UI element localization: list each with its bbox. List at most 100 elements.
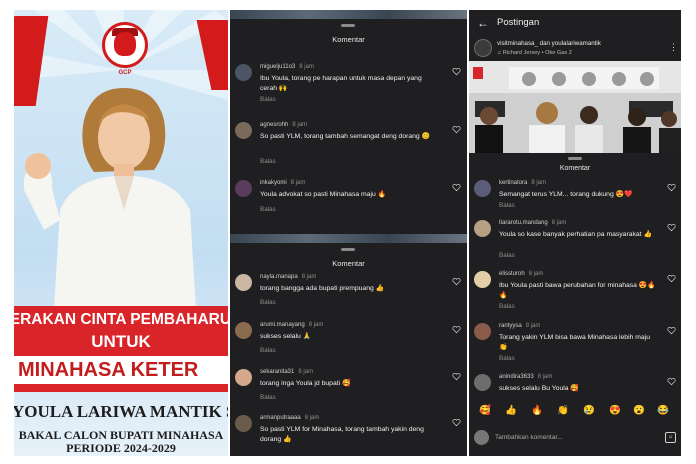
post-view-panel: ← Postingan visitminahasa_ dan youlalari… xyxy=(469,10,681,456)
emoji-fire[interactable]: 🔥 xyxy=(531,405,543,416)
avatar[interactable] xyxy=(474,374,491,391)
username[interactable]: elissturoh xyxy=(499,271,525,277)
avatar[interactable] xyxy=(474,220,491,237)
comment-username[interactable]: nayla.manapa 8 jam xyxy=(260,274,316,280)
username[interactable]: inkakyomi xyxy=(260,180,287,186)
heart-icon[interactable] xyxy=(667,223,676,232)
avatar[interactable] xyxy=(474,323,491,340)
emoji-thumbs-up[interactable]: 👍 xyxy=(505,405,517,416)
heart-icon[interactable] xyxy=(667,183,676,192)
emoji-heart-eyes[interactable]: 😍 xyxy=(609,405,621,416)
avatar[interactable] xyxy=(235,64,252,81)
username[interactable]: nayla.manapa xyxy=(260,274,298,280)
username[interactable]: arumi.manayang xyxy=(260,322,305,328)
post-authors[interactable]: visitminahasa_ dan youlalariwamantik xyxy=(497,40,601,47)
comment-username[interactable]: armanputraaaa 8 jam xyxy=(260,415,319,421)
reply-button[interactable]: Balas xyxy=(260,158,276,165)
drag-handle[interactable] xyxy=(341,248,355,251)
comment-username[interactable]: rantyysa 8 jam xyxy=(499,323,540,329)
comments-panel-top: Komentar miguelju11o3 8 jam Ibu Youla, to… xyxy=(230,10,467,234)
heart-icon[interactable] xyxy=(667,274,676,283)
post-image-strip xyxy=(230,10,467,19)
username[interactable]: tiararotu.mandang xyxy=(499,220,548,226)
username[interactable]: armanputraaaa xyxy=(260,415,301,421)
comment-time: 8 jam xyxy=(301,274,317,280)
sticker-icon[interactable]: ☺ xyxy=(665,432,676,443)
comment-username[interactable]: kertinatora 8 jam xyxy=(499,180,546,186)
avatar[interactable] xyxy=(235,122,252,139)
comment-username[interactable]: miguelju11o3 8 jam xyxy=(260,64,314,70)
comment-time: 8 jam xyxy=(290,180,306,186)
comment-text: Ibu Youla, torang pe harapan untuk masa … xyxy=(260,75,422,92)
reply-button[interactable]: Balas xyxy=(499,252,515,259)
comment-username[interactable]: sekaranita31 8 jam xyxy=(260,369,313,375)
comment-item: armanputraaaa 8 jam So pasti YLM for Mina… xyxy=(235,415,465,455)
quick-emoji-bar: 🥰 👍 🔥 👏 😢 😍 😮 😂 xyxy=(469,405,681,421)
comment-username[interactable]: agnesrohh 8 jam xyxy=(260,122,307,128)
username[interactable]: sekaranita31 xyxy=(260,369,294,375)
avatar[interactable] xyxy=(235,274,252,291)
comment-item: inkakyomi 8 jam Youla advokat so pasti Mi… xyxy=(235,180,465,230)
username[interactable]: agnesrohh xyxy=(260,122,288,128)
music-info[interactable]: ♫ Richard Jersey • Oke Gas 2 xyxy=(497,50,572,56)
avatar[interactable] xyxy=(235,322,252,339)
reply-button[interactable]: Balas xyxy=(260,96,276,103)
username[interactable]: kertinatora xyxy=(499,180,527,186)
emoji-crying[interactable]: 😢 xyxy=(583,405,595,416)
comment-time: 8 jam xyxy=(298,369,314,375)
emoji-clap[interactable]: 👏 xyxy=(557,405,569,416)
back-arrow-icon[interactable]: ← xyxy=(477,16,489,30)
comment-text: Semangat terus YLM... torang dukung 😍❤️ xyxy=(499,191,633,198)
drag-handle[interactable] xyxy=(568,157,582,160)
heart-icon[interactable] xyxy=(452,67,461,76)
reply-button[interactable]: Balas xyxy=(499,303,515,310)
author-avatar[interactable] xyxy=(474,39,492,57)
avatar[interactable] xyxy=(474,271,491,288)
comment-input[interactable]: Tambahkan komentar... xyxy=(495,434,563,441)
avatar[interactable] xyxy=(235,369,252,386)
drag-handle[interactable] xyxy=(341,24,355,27)
username[interactable]: miguelju11o3 xyxy=(260,64,295,70)
reply-button[interactable]: Balas xyxy=(260,394,276,401)
comments-title: Komentar xyxy=(332,35,365,44)
comment-time: 8 jam xyxy=(304,415,320,421)
heart-icon[interactable] xyxy=(452,125,461,134)
candidate-period: PERIODE 2024-2029 xyxy=(66,441,176,455)
emoji-smiling-hearts[interactable]: 🥰 xyxy=(479,405,491,416)
comment-text: Youla advokat so pasti Minahasa maju 🔥 xyxy=(260,191,387,198)
logo-label: GCP xyxy=(118,70,132,76)
comment-username[interactable]: anindira3633 8 jam xyxy=(499,374,552,380)
heart-icon[interactable] xyxy=(452,418,461,427)
comment-username[interactable]: elissturoh 8 jam xyxy=(499,271,543,277)
banner-line-2: UNTUK xyxy=(91,332,151,351)
heart-icon[interactable] xyxy=(667,377,676,386)
reply-button[interactable]: Balas xyxy=(260,299,276,306)
emoji-laughing[interactable]: 😂 xyxy=(657,405,669,416)
campaign-poster: GCP ERAKAN CINTA PEMBAHARUA UNTUK MINAHA… xyxy=(14,10,228,456)
comment-username[interactable]: inkakyomi 8 jam xyxy=(260,180,305,186)
avatar[interactable] xyxy=(235,415,252,432)
avatar[interactable] xyxy=(235,180,252,197)
heart-icon[interactable] xyxy=(452,277,461,286)
heart-icon[interactable] xyxy=(452,183,461,192)
comment-text: sukses selalu Bu Youla 🥰 xyxy=(499,385,579,392)
comment-text: torang bangga ada bupati prempuang 👍 xyxy=(260,285,385,292)
comments-title: Komentar xyxy=(332,259,365,268)
more-options-icon[interactable]: ⋮ xyxy=(669,42,678,53)
reply-button[interactable]: Balas xyxy=(499,202,515,209)
username[interactable]: rantyysa xyxy=(499,323,522,329)
heart-icon[interactable] xyxy=(667,326,676,335)
comment-item: kertinatora 8 jam Semangat terus YLM... t… xyxy=(474,180,679,220)
heart-icon[interactable] xyxy=(452,325,461,334)
reply-button[interactable]: Balas xyxy=(260,206,276,213)
candidate-photo xyxy=(23,88,196,310)
comment-username[interactable]: tiararotu.mandang 8 jam xyxy=(499,220,566,226)
emoji-surprised[interactable]: 😮 xyxy=(633,405,645,416)
heart-icon[interactable] xyxy=(452,372,461,381)
reply-button[interactable]: Balas xyxy=(260,347,276,354)
comment-input-row: Tambahkan komentar... ☺ xyxy=(469,428,681,448)
avatar[interactable] xyxy=(474,180,491,197)
username[interactable]: anindira3633 xyxy=(499,374,534,380)
reply-button[interactable]: Balas xyxy=(499,355,515,362)
comment-username[interactable]: arumi.manayang 8 jam xyxy=(260,322,323,328)
